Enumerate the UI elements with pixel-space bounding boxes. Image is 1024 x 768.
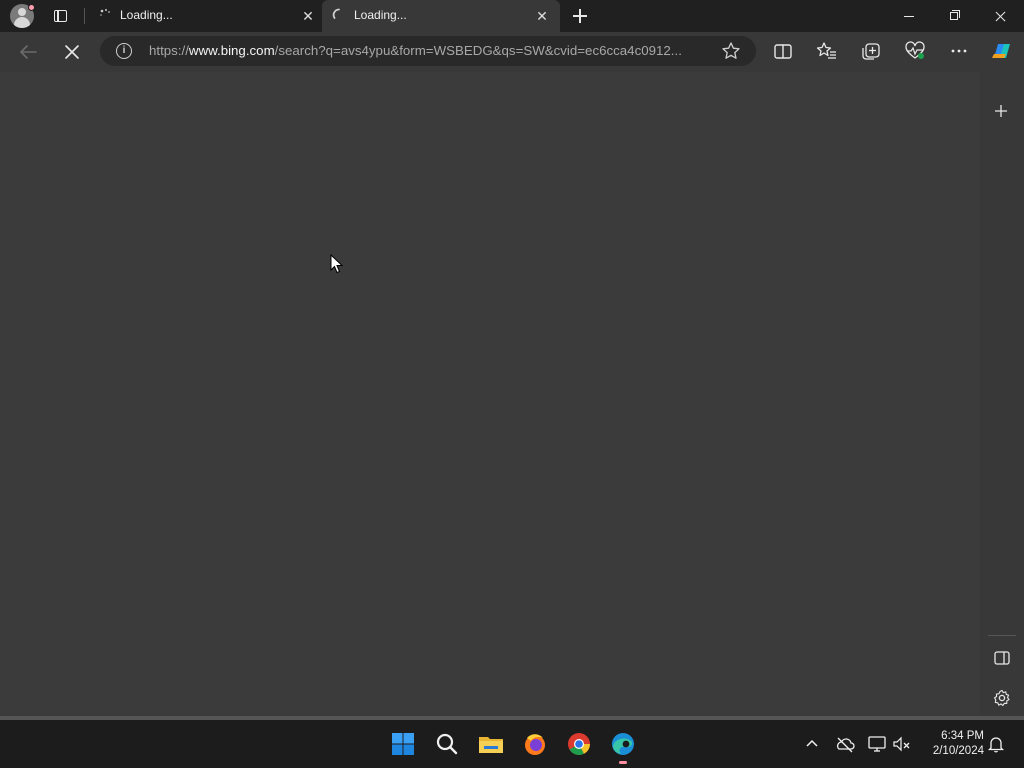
loading-spinner-icon (100, 8, 110, 16)
address-bar[interactable]: i https://www.bing.com/search?q=avs4ypu&… (100, 36, 756, 66)
edge-icon[interactable] (607, 728, 639, 760)
profile-notification-dot (28, 4, 35, 11)
tab-actions-icon[interactable] (48, 4, 72, 28)
windows-start-icon[interactable] (387, 728, 419, 760)
more-options-icon[interactable] (944, 36, 974, 66)
copilot-icon[interactable] (986, 36, 1016, 66)
search-icon[interactable] (431, 728, 463, 760)
tabstrip-divider (84, 8, 85, 24)
tab-close-icon[interactable]: ✕ (532, 6, 552, 26)
page-content-area (0, 72, 980, 718)
windows-taskbar: 6:34 PM 2/10/2024 (0, 720, 1024, 768)
close-window-button[interactable] (978, 0, 1024, 32)
browser-essentials-icon[interactable] (900, 36, 930, 66)
desktop-screen: Loading... ✕ Loading... ✕ i https://www.… (0, 0, 1024, 768)
add-sidebar-app-icon[interactable] (992, 102, 1010, 120)
running-app-indicator (619, 761, 627, 764)
mouse-cursor-icon (330, 254, 344, 274)
collections-icon[interactable] (856, 36, 886, 66)
restore-button[interactable] (932, 0, 978, 32)
tab-title: Loading... (120, 8, 173, 22)
volume-muted-icon[interactable] (890, 732, 914, 756)
loading-spinner-icon (332, 8, 340, 19)
tab-2[interactable]: Loading... ✕ (322, 0, 560, 32)
back-arrow-icon[interactable] (12, 36, 44, 68)
firefox-icon[interactable] (519, 728, 551, 760)
chrome-icon[interactable] (563, 728, 595, 760)
tab-title: Loading... (354, 8, 407, 22)
address-url[interactable]: https://www.bing.com/search?q=avs4ypu&fo… (149, 43, 714, 58)
file-explorer-icon[interactable] (475, 728, 507, 760)
site-info-icon[interactable]: i (116, 43, 132, 59)
edge-sidebar (980, 72, 1024, 718)
show-hidden-icons-chevron-icon[interactable] (800, 732, 824, 756)
tab-close-icon[interactable]: ✕ (298, 6, 318, 26)
tab-strip: Loading... ✕ Loading... ✕ (0, 0, 1024, 32)
new-tab-button[interactable] (568, 4, 592, 28)
stop-loading-icon[interactable] (56, 36, 88, 68)
network-icon[interactable] (865, 732, 889, 756)
tab-1[interactable]: Loading... ✕ (88, 0, 326, 32)
split-screen-icon[interactable] (768, 36, 798, 66)
onedrive-cloud-icon[interactable] (833, 732, 857, 756)
clock-time: 6:34 PM (941, 730, 984, 742)
system-clock[interactable]: 6:34 PM 2/10/2024 (920, 729, 984, 759)
hide-sidebar-icon[interactable] (992, 648, 1012, 668)
favorite-star-icon[interactable] (720, 41, 742, 61)
minimize-button[interactable] (886, 0, 932, 32)
sidebar-settings-gear-icon[interactable] (992, 688, 1012, 708)
sidebar-divider (988, 635, 1016, 636)
favorites-icon[interactable] (812, 36, 842, 66)
clock-date: 2/10/2024 (932, 745, 984, 757)
notification-bell-icon[interactable] (984, 732, 1008, 756)
